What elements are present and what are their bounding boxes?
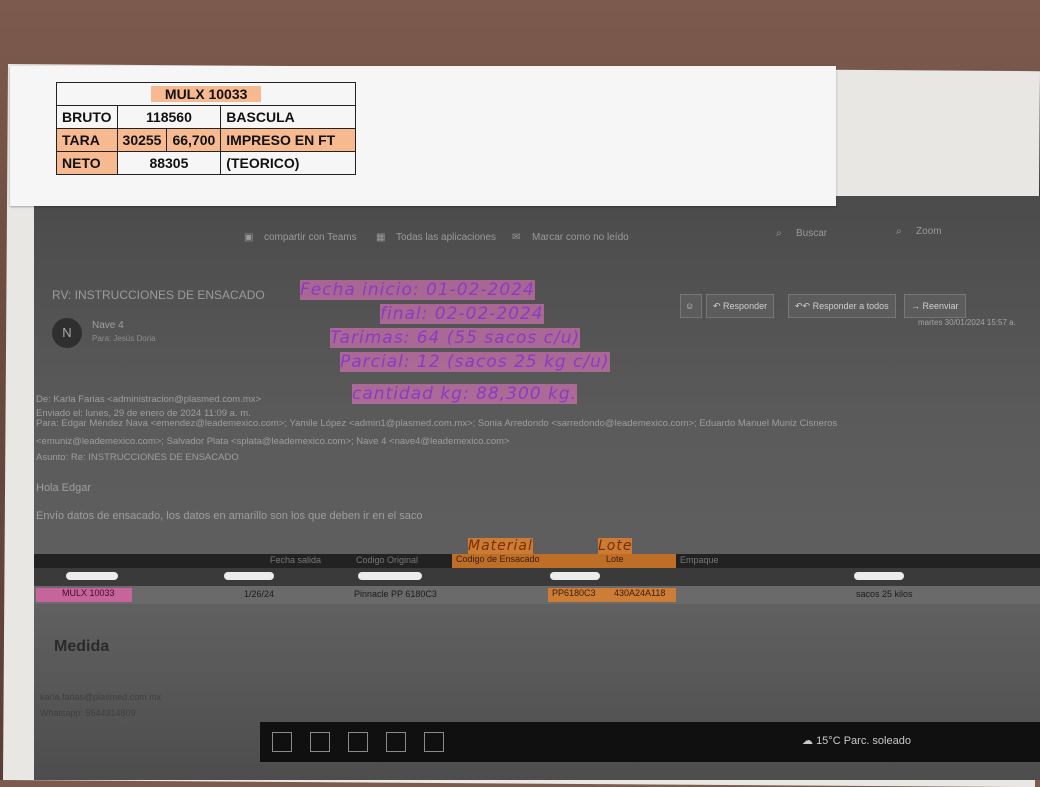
redaction-mark bbox=[550, 572, 600, 580]
ribbon-toolbar: ▣ compartir con Teams ▦ Todas las aplica… bbox=[34, 222, 1040, 256]
cell-codigo-ensacado: PP6180C3 bbox=[548, 588, 602, 602]
handwritten-cantidad: cantidad kg: 88,300 kg. bbox=[352, 384, 578, 404]
taskbar-app-icon[interactable] bbox=[386, 732, 406, 752]
table-title-cell: MULX 10033 bbox=[55, 82, 357, 106]
cell-empaque: sacos 25 kilos bbox=[856, 589, 913, 599]
table-row: MULX 10033 1/26/24 Pinnacle PP 6180C3 PP… bbox=[34, 586, 1040, 604]
all-apps-button[interactable]: Todas las aplicaciones bbox=[396, 232, 496, 243]
cell-lote: 430A24A118 bbox=[602, 588, 676, 602]
col-codigo-original: Codigo Original bbox=[356, 555, 419, 565]
share-teams-button[interactable]: compartir con Teams bbox=[264, 232, 357, 243]
weather-widget[interactable]: ☁ 15°C Parc. soleado bbox=[802, 734, 911, 747]
mark-unread-button[interactable]: Marcar como no leído bbox=[532, 232, 629, 243]
taskbar: ☁ 15°C Parc. soleado bbox=[260, 722, 1040, 762]
reply-all-button[interactable]: ↶↶ Responder a todos bbox=[788, 294, 896, 318]
sent-date: martes 30/01/2024 15:57 a. bbox=[918, 318, 1016, 327]
reply-all-label: Responder a todos bbox=[812, 301, 889, 311]
row-note: BASCULA bbox=[220, 105, 357, 129]
email-subject: RV: INSTRUCCIONES DE ENSACADO bbox=[52, 288, 265, 302]
header-to: Para: Edgar Méndez Nava <emendez@leademe… bbox=[36, 418, 838, 429]
header-from: De: Karla Farias <administracion@plasmed… bbox=[36, 394, 262, 405]
taskbar-outlook-icon[interactable] bbox=[424, 732, 444, 752]
apps-icon: ▦ bbox=[376, 232, 386, 243]
col-lote: Lote bbox=[606, 554, 624, 564]
handwritten-material: Material bbox=[468, 538, 533, 554]
col-codigo-ensacado: Codigo de Ensacado bbox=[456, 554, 540, 564]
taskbar-app-icon[interactable] bbox=[272, 732, 292, 752]
row-note: IMPRESO EN FT bbox=[220, 128, 357, 152]
handwritten-tarimas: Tarimas: 64 (55 sacos c/u) bbox=[330, 328, 581, 348]
col-empaque: Empaque bbox=[680, 555, 719, 565]
table-row: NETO 88305 (TEORICO) bbox=[56, 151, 357, 175]
table-row: BRUTO 118560 BASCULA bbox=[56, 105, 357, 129]
weight-table: MULX 10033 BRUTO 118560 BASCULA TARA 302… bbox=[55, 82, 357, 175]
table-title: MULX 10033 bbox=[150, 86, 262, 102]
sender-name: Nave 4 bbox=[92, 320, 124, 331]
email-printout: ▣ compartir con Teams ▦ Todas las aplica… bbox=[34, 196, 1040, 780]
envelope-icon: ✉ bbox=[512, 232, 521, 243]
table-row: TARA 30255 66,700 IMPRESO EN FT bbox=[56, 128, 357, 152]
col-codigo-ensacado-cell: Codigo de Ensacado bbox=[452, 554, 602, 568]
recipient-line: Para: Jesús Doria bbox=[92, 334, 156, 343]
table-header-bar: Fecha salida Codigo Original Codigo de E… bbox=[34, 554, 1040, 568]
handwritten-fecha-inicio: Fecha inicio: 01-02-2024 bbox=[300, 280, 535, 300]
signature-company: Medida bbox=[54, 638, 110, 655]
redaction-mark bbox=[224, 572, 274, 580]
row-value-2: 66,700 bbox=[166, 128, 222, 152]
row-value: 30255 bbox=[116, 128, 168, 152]
row-value: 118560 bbox=[116, 105, 222, 129]
cell-codigo-original: Pinnacle PP 6180C3 bbox=[354, 589, 437, 599]
redaction-mark bbox=[66, 572, 118, 580]
search-button[interactable]: Buscar bbox=[796, 228, 827, 239]
row-value: 88305 bbox=[116, 151, 222, 175]
row-label: TARA bbox=[56, 128, 118, 152]
taskbar-app-icon[interactable] bbox=[310, 732, 330, 752]
zoom-icon: ⌕ bbox=[896, 226, 902, 237]
header-to-cont: <emuniz@leademexico.com>; Salvador Plata… bbox=[36, 436, 510, 447]
zoom-button[interactable]: Zoom bbox=[916, 226, 942, 237]
table-row-redacted bbox=[34, 568, 1040, 586]
table-row: MULX 10033 bbox=[55, 82, 357, 106]
reply-label: Responder bbox=[723, 301, 768, 311]
cell-pedido: MULX 10033 bbox=[36, 588, 132, 602]
handwritten-fecha-final: final: 02-02-2024 bbox=[380, 304, 544, 324]
weather-text: 15°C Parc. soleado bbox=[816, 735, 911, 747]
avatar: N bbox=[52, 318, 82, 348]
forward-label: Reenviar bbox=[922, 301, 959, 311]
row-label: NETO bbox=[56, 151, 118, 175]
row-note: (TEORICO) bbox=[220, 151, 357, 175]
col-lote-cell: Lote bbox=[602, 554, 676, 568]
redaction-mark bbox=[358, 572, 422, 580]
signature-email: karla.farias@plasmed.com.mx bbox=[40, 692, 162, 702]
cloud-icon: ☁ bbox=[802, 735, 817, 747]
emoji-icon[interactable]: ☺ bbox=[680, 294, 702, 318]
body-text: Envío datos de ensacado, los datos en am… bbox=[36, 510, 423, 522]
cell-fecha: 1/26/24 bbox=[244, 589, 275, 599]
redaction-mark bbox=[854, 572, 904, 580]
teams-icon: ▣ bbox=[244, 232, 254, 243]
col-fecha: Fecha salida bbox=[270, 555, 322, 565]
forward-button[interactable]: → Reenviar bbox=[904, 294, 966, 318]
reply-button[interactable]: ↶ Responder bbox=[706, 294, 775, 318]
row-label: BRUTO bbox=[56, 105, 118, 129]
greeting: Hola Edgar bbox=[36, 482, 92, 494]
search-icon: ⌕ bbox=[776, 228, 782, 239]
header-subject: Asunto: Re: INSTRUCCIONES DE ENSACADO bbox=[36, 452, 239, 463]
signature-phone: Whatsapp: 5544314809 bbox=[40, 708, 136, 718]
taskbar-app-icon[interactable] bbox=[348, 732, 368, 752]
handwritten-lote: Lote bbox=[598, 538, 633, 554]
handwritten-parcial: Parcial: 12 (sacos 25 kg c/u) bbox=[340, 352, 610, 372]
